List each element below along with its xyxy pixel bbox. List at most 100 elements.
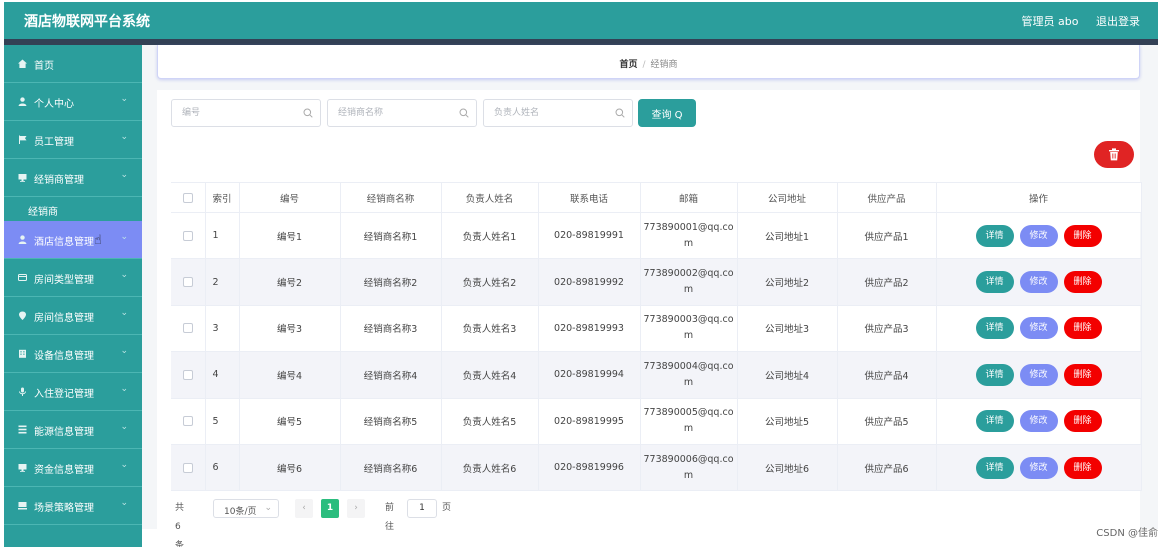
- page-size-select[interactable]: 10条/页 ⌄: [213, 499, 279, 518]
- search-person-input[interactable]: [484, 100, 632, 126]
- detail-button[interactable]: 详情: [975, 363, 1014, 386]
- cell-email: 773890006@qq.com: [640, 444, 738, 492]
- page-number-current[interactable]: 1: [321, 499, 339, 518]
- chevron-down-icon: ⌄: [264, 503, 272, 513]
- cell-email: 773890003@qq.com: [640, 305, 738, 353]
- row-select[interactable]: [171, 305, 206, 353]
- card-icon: [18, 274, 27, 281]
- row-select[interactable]: [171, 212, 206, 260]
- column-header: 编号: [239, 182, 341, 213]
- detail-button[interactable]: 详情: [975, 456, 1014, 479]
- detail-button[interactable]: 详情: [975, 224, 1014, 247]
- sidebar-item-label: 设备信息管理: [34, 351, 94, 362]
- app-title: 酒店物联网平台系统: [24, 14, 150, 30]
- sidebar-item-label: 员工管理: [34, 137, 74, 148]
- row-select[interactable]: [171, 351, 206, 399]
- cell-actions: 详情 修改 删除: [936, 351, 1142, 399]
- cell-email: 773890002@qq.com: [640, 258, 738, 306]
- email-text: 773890002@qq.com: [643, 268, 734, 296]
- search-name[interactable]: [327, 99, 477, 127]
- email-text: 773890006@qq.com: [643, 453, 734, 481]
- sidebar-item[interactable]: 入住登记管理 ⌄: [4, 373, 142, 411]
- detail-button[interactable]: 详情: [975, 410, 1014, 433]
- cell-phone: 020-89819996: [538, 444, 641, 492]
- checkbox[interactable]: [182, 192, 193, 203]
- checkbox[interactable]: [182, 230, 193, 241]
- email-text: 773890003@qq.com: [643, 314, 734, 342]
- sidebar-item[interactable]: 酒店信息管理 ⌄ ☝: [4, 221, 142, 259]
- search-code-input[interactable]: [172, 100, 320, 126]
- breadcrumb-current: 经销商: [650, 60, 678, 70]
- edit-button[interactable]: 修改: [1019, 456, 1058, 479]
- delete-button[interactable]: 删除: [1063, 317, 1102, 340]
- row-select[interactable]: [171, 258, 206, 306]
- pin-icon: [19, 311, 26, 320]
- edit-button[interactable]: 修改: [1019, 410, 1058, 433]
- mic-icon: [19, 387, 26, 396]
- search-name-input[interactable]: [328, 100, 476, 126]
- batch-delete-button[interactable]: [1094, 141, 1134, 168]
- delete-button[interactable]: 删除: [1063, 410, 1102, 433]
- delete-button[interactable]: 删除: [1063, 271, 1102, 294]
- sidebar-subitem[interactable]: 经销商: [4, 197, 142, 221]
- search-code[interactable]: [171, 99, 321, 127]
- next-page-button[interactable]: ›: [347, 499, 365, 518]
- pagination-total: 共 6 条: [175, 503, 185, 547]
- chevron-down-icon: ⌄: [120, 132, 128, 142]
- checkbox[interactable]: [182, 323, 193, 334]
- detail-button[interactable]: 详情: [975, 271, 1014, 294]
- cell-code: 编号3: [239, 305, 341, 353]
- sidebar-item-label: 首页: [34, 61, 54, 72]
- sidebar-item[interactable]: 资金信息管理 ⌄: [4, 449, 142, 487]
- column-header: 供应产品: [837, 182, 937, 213]
- checkbox[interactable]: [182, 462, 193, 473]
- cell-email: 773890004@qq.com: [640, 351, 738, 399]
- header-select-all[interactable]: [171, 182, 206, 213]
- table-row: 5 编号5 经销商名称5 负责人姓名5 020-89819995 773890005@qq…: [171, 398, 1142, 445]
- sidebar-item[interactable]: 房间类型管理 ⌄: [4, 259, 142, 297]
- checkbox[interactable]: [182, 369, 193, 380]
- sidebar: 首页 个人中心 ⌄ 员工管理 ⌄ 经销商管理 ⌄ 经销商 酒店信息管理 ⌄ ☝ 房间类型管理 ⌄ 房间信息…: [4, 45, 142, 547]
- edit-button[interactable]: 修改: [1019, 271, 1058, 294]
- row-select[interactable]: [171, 444, 206, 492]
- sidebar-item[interactable]: 个人中心 ⌄: [4, 83, 142, 121]
- prev-page-button[interactable]: ‹: [295, 499, 313, 518]
- delete-button[interactable]: 删除: [1063, 224, 1102, 247]
- checkbox[interactable]: [182, 277, 193, 288]
- grid-icon: [18, 425, 27, 434]
- delete-button[interactable]: 删除: [1063, 456, 1102, 479]
- sidebar-item[interactable]: 能源信息管理 ⌄: [4, 411, 142, 449]
- cell-index: 1: [205, 212, 240, 260]
- sidebar-item[interactable]: 场景策略管理 ⌄: [4, 487, 142, 525]
- edit-button[interactable]: 修改: [1019, 363, 1058, 386]
- column-header: 联系电话: [538, 182, 641, 213]
- sidebar-item[interactable]: 房间信息管理 ⌄: [4, 297, 142, 335]
- query-button[interactable]: 查询 Q: [638, 99, 696, 127]
- breadcrumb-home[interactable]: 首页: [619, 60, 637, 70]
- row-select[interactable]: [171, 398, 206, 445]
- cell-code: 编号6: [239, 444, 341, 492]
- admin-label: 管理员 abo: [1021, 15, 1079, 28]
- cell-index: 5: [205, 398, 240, 445]
- sidebar-item[interactable]: 设备信息管理 ⌄: [4, 335, 142, 373]
- cell-name: 经销商名称5: [340, 398, 442, 445]
- edit-button[interactable]: 修改: [1019, 317, 1058, 340]
- sidebar-item[interactable]: 员工管理 ⌄: [4, 121, 142, 159]
- email-text: 773890004@qq.com: [643, 360, 734, 388]
- sidebar-item-label: 经销商管理: [34, 175, 84, 186]
- sidebar-item[interactable]: 经销商管理 ⌄: [4, 159, 142, 197]
- chevron-down-icon: ⌄: [120, 232, 128, 242]
- search-person[interactable]: [483, 99, 633, 127]
- building-icon: [19, 349, 26, 358]
- edit-button[interactable]: 修改: [1019, 224, 1058, 247]
- detail-button[interactable]: 详情: [975, 317, 1014, 340]
- delete-button[interactable]: 删除: [1063, 363, 1102, 386]
- sidebar-item[interactable]: 首页: [4, 45, 142, 83]
- checkbox[interactable]: [182, 416, 193, 427]
- logout-link[interactable]: 退出登录: [1096, 15, 1140, 28]
- goto-page-input[interactable]: 1: [407, 499, 437, 518]
- breadcrumb: 首页 / 经销商: [157, 45, 1140, 79]
- chevron-down-icon: ⌄: [120, 422, 128, 432]
- email-text: 773890005@qq.com: [643, 407, 734, 435]
- cell-address: 公司地址2: [737, 258, 838, 306]
